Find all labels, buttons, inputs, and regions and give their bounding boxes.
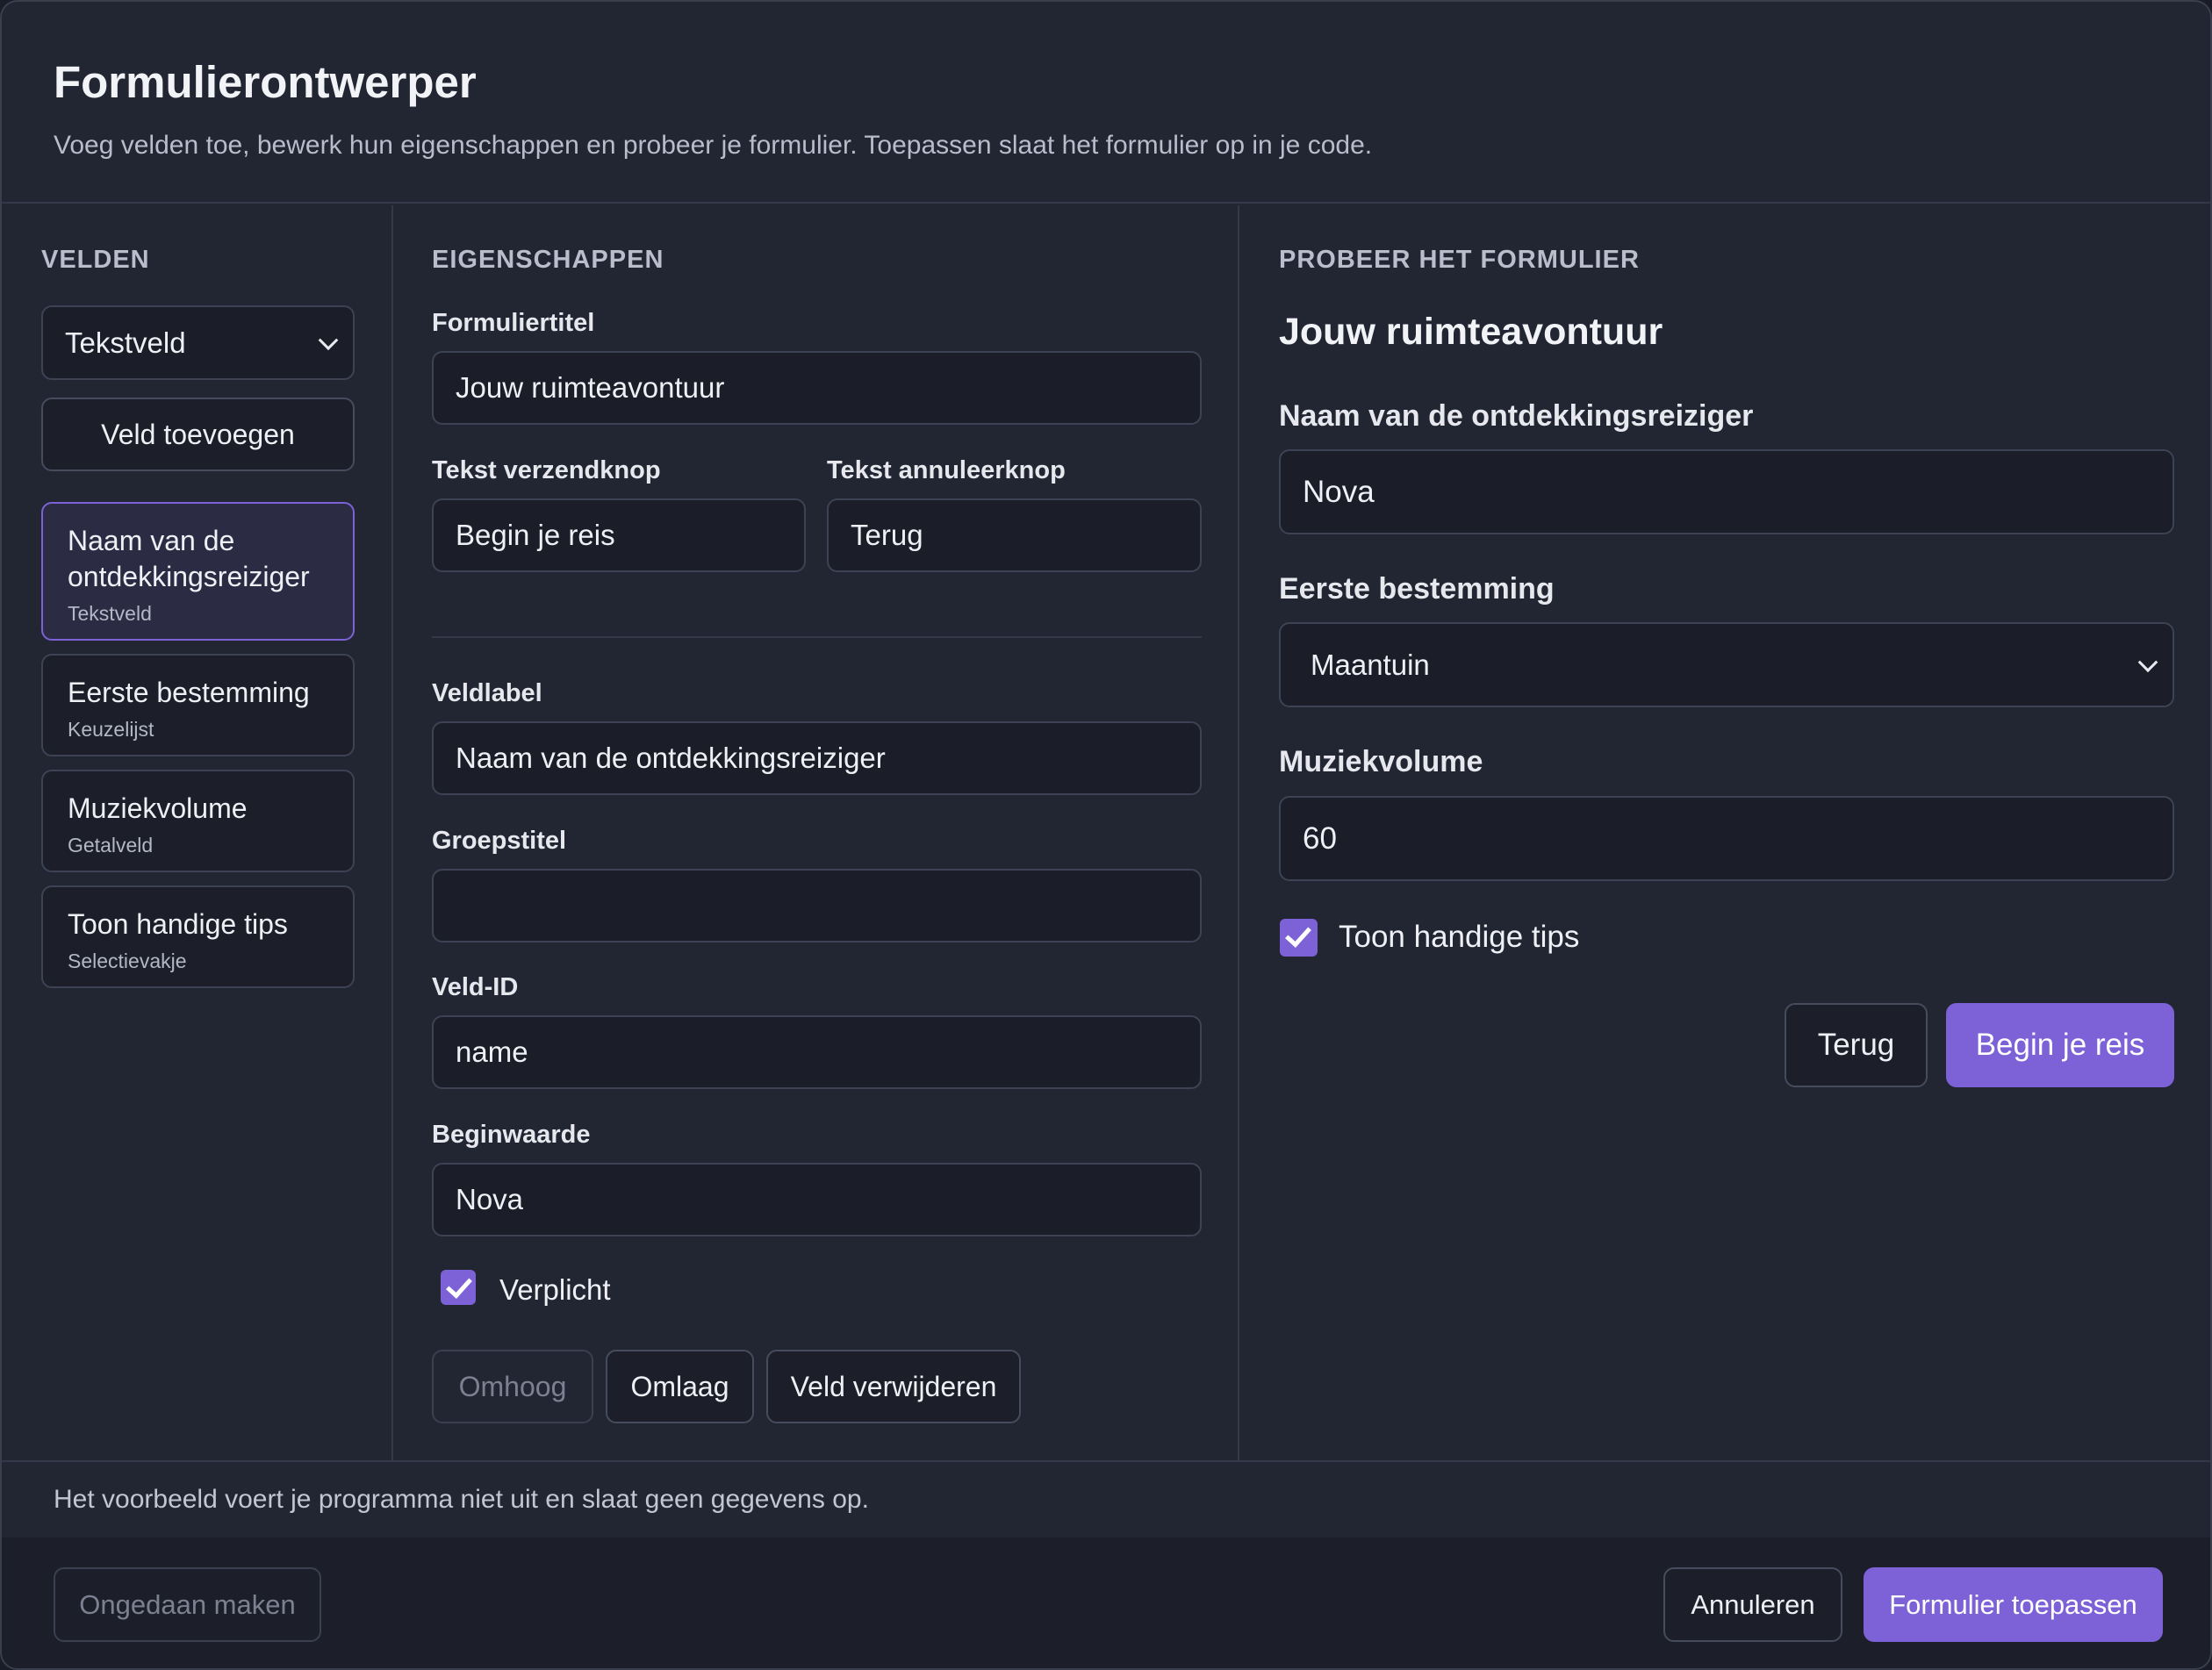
field-type-select-value: Tekstveld [65, 326, 186, 359]
preview-destination-label: Eerste bestemming [1279, 572, 1555, 606]
field-label-input[interactable]: Naam van de ontdekkingsreiziger [432, 721, 1202, 795]
submit-text-input[interactable]: Begin je reis [432, 498, 806, 572]
preview-name-label: Naam van de ontdekkingsreiziger [1279, 399, 1754, 433]
chevron-down-icon [2137, 651, 2158, 672]
dialog-title: Formulierontwerper [54, 57, 477, 107]
field-list-item[interactable]: Eerste bestemming Keuzelijst [41, 654, 355, 756]
preview-name-input[interactable]: Nova [1279, 449, 2174, 534]
field-list-item-name: Toon handige tips [68, 908, 288, 940]
field-list-item-type: Getalveld [68, 834, 154, 857]
group-title-input[interactable] [432, 869, 1202, 943]
field-list-item-name: Muziekvolume [68, 792, 248, 824]
preview-destination-value: Maantuin [1311, 648, 1430, 681]
field-type-select[interactable]: Tekstveld [41, 305, 355, 380]
fields-heading: VELDEN [41, 246, 150, 274]
form-title-input[interactable]: Jouw ruimteavontuur [432, 351, 1202, 425]
cancel-button[interactable]: Annuleren [1663, 1567, 1842, 1642]
submit-text-label: Tekst verzendknop [432, 456, 661, 484]
required-checkbox[interactable] [441, 1270, 476, 1305]
initial-value-input[interactable]: Nova [432, 1163, 1202, 1236]
form-designer-dialog: Formulierontwerper Voeg velden toe, bewe… [0, 0, 2212, 1670]
initial-value-label: Beginwaarde [432, 1121, 591, 1149]
preview-tips-label: Toon handige tips [1339, 920, 1580, 954]
field-list-item-type: Selectievakje [68, 950, 187, 972]
cancel-text-label: Tekst annuleerknop [827, 456, 1066, 484]
preview-form-title: Jouw ruimteavontuur [1279, 311, 1663, 353]
preview-destination-select[interactable]: Maantuin [1279, 622, 2174, 707]
move-up-button[interactable]: Omhoog [432, 1350, 593, 1423]
field-list-item[interactable]: Naam van de ontdekkingsreiziger Tekstvel… [41, 502, 355, 641]
required-label: Verplicht [499, 1273, 611, 1306]
dialog-subtitle: Voeg velden toe, bewerk hun eigenschappe… [54, 131, 1373, 160]
field-id-label: Veld-ID [432, 973, 519, 1001]
field-list-item[interactable]: Toon handige tips Selectievakje [41, 885, 355, 988]
field-label-label: Veldlabel [432, 679, 542, 707]
preview-back-button[interactable]: Terug [1785, 1003, 1928, 1087]
preview-tips-checkbox[interactable] [1280, 919, 1318, 957]
preview-volume-label: Muziekvolume [1279, 745, 1483, 778]
properties-heading: EIGENSCHAPPEN [432, 246, 664, 274]
preview-submit-button[interactable]: Begin je reis [1946, 1003, 2174, 1087]
field-list-item-type: Tekstveld [68, 602, 152, 625]
preview-note: Het voorbeeld voert je programma niet ui… [54, 1485, 869, 1514]
field-id-input[interactable]: name [432, 1015, 1202, 1089]
cancel-text-input[interactable]: Terug [827, 498, 1202, 572]
field-list-item-name: Eerste bestemming [68, 677, 310, 708]
delete-field-button[interactable]: Veld verwijderen [766, 1350, 1021, 1423]
field-list-item-type: Keuzelijst [68, 718, 154, 741]
field-list-item-name: Naam van de ontdekkingsreiziger [68, 525, 310, 592]
field-list-item[interactable]: Muziekvolume Getalveld [41, 770, 355, 872]
add-field-button[interactable]: Veld toevoegen [41, 398, 355, 471]
preview-volume-input[interactable]: 60 [1279, 796, 2174, 881]
chevron-down-icon [318, 329, 339, 350]
section-divider [432, 636, 1202, 638]
preview-heading: PROBEER HET FORMULIER [1279, 246, 1640, 274]
group-title-label: Groepstitel [432, 827, 567, 855]
undo-button[interactable]: Ongedaan maken [54, 1567, 321, 1642]
apply-form-button[interactable]: Formulier toepassen [1864, 1567, 2163, 1642]
move-down-button[interactable]: Omlaag [606, 1350, 754, 1423]
form-title-label: Formuliertitel [432, 309, 595, 337]
